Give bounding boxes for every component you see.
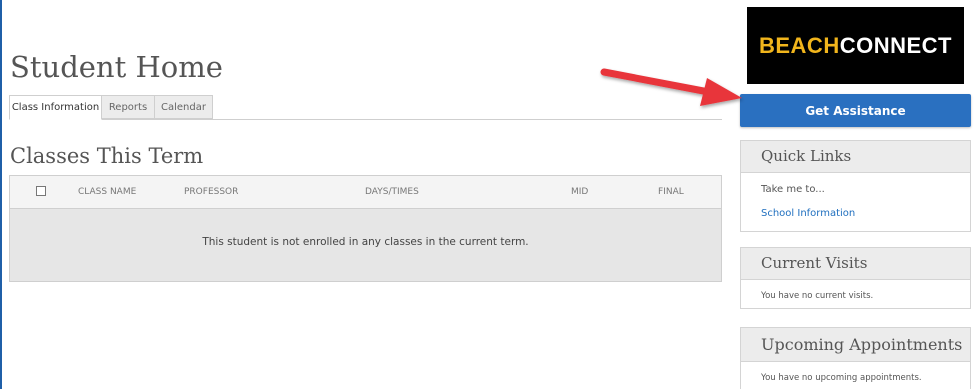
school-information-link[interactable]: School Information xyxy=(761,195,970,219)
get-assistance-button[interactable]: Get Assistance xyxy=(740,94,971,127)
tab-class-information[interactable]: Class Information xyxy=(9,95,102,120)
column-header-mid[interactable]: MID xyxy=(571,176,588,208)
quick-links-panel: Quick Links Take me to... School Informa… xyxy=(740,140,971,232)
quick-links-body: Take me to... School Information xyxy=(741,173,970,219)
column-header-days-times[interactable]: DAYS/TIMES xyxy=(365,176,419,208)
upcoming-appointments-message: You have no upcoming appointments. xyxy=(761,373,922,383)
tab-reports[interactable]: Reports xyxy=(102,95,155,119)
column-header-professor[interactable]: PROFESSOR xyxy=(184,176,238,208)
select-all-checkbox[interactable] xyxy=(36,186,46,196)
upcoming-appointments-panel: Upcoming Appointments You have no upcomi… xyxy=(740,327,971,389)
logo-text-connect: CONNECT xyxy=(839,33,952,58)
column-header-final[interactable]: FINAL xyxy=(658,176,684,208)
quick-links-subtitle: Take me to... xyxy=(761,184,825,195)
upcoming-appointments-title: Upcoming Appointments xyxy=(741,328,970,362)
empty-table-message: This student is not enrolled in any clas… xyxy=(202,236,529,248)
beachconnect-logo: BEACHCONNECT xyxy=(747,7,964,84)
current-visits-title: Current Visits xyxy=(741,248,970,280)
red-arrow-annotation-icon xyxy=(600,68,742,106)
logo-text-beach: BEACH xyxy=(758,33,840,58)
page-title: Student Home xyxy=(10,50,223,84)
classes-section-title: Classes This Term xyxy=(10,144,204,168)
current-visits-panel: Current Visits You have no current visit… xyxy=(740,247,971,309)
window-frame-edge xyxy=(0,0,2,389)
classes-table: CLASS NAME PROFESSOR DAYS/TIMES MID FINA… xyxy=(9,175,722,282)
table-header: CLASS NAME PROFESSOR DAYS/TIMES MID FINA… xyxy=(10,176,721,209)
current-visits-message: You have no current visits. xyxy=(761,291,874,301)
tab-calendar[interactable]: Calendar xyxy=(155,95,213,119)
column-header-class-name[interactable]: CLASS NAME xyxy=(78,176,136,208)
quick-links-title: Quick Links xyxy=(741,141,970,173)
